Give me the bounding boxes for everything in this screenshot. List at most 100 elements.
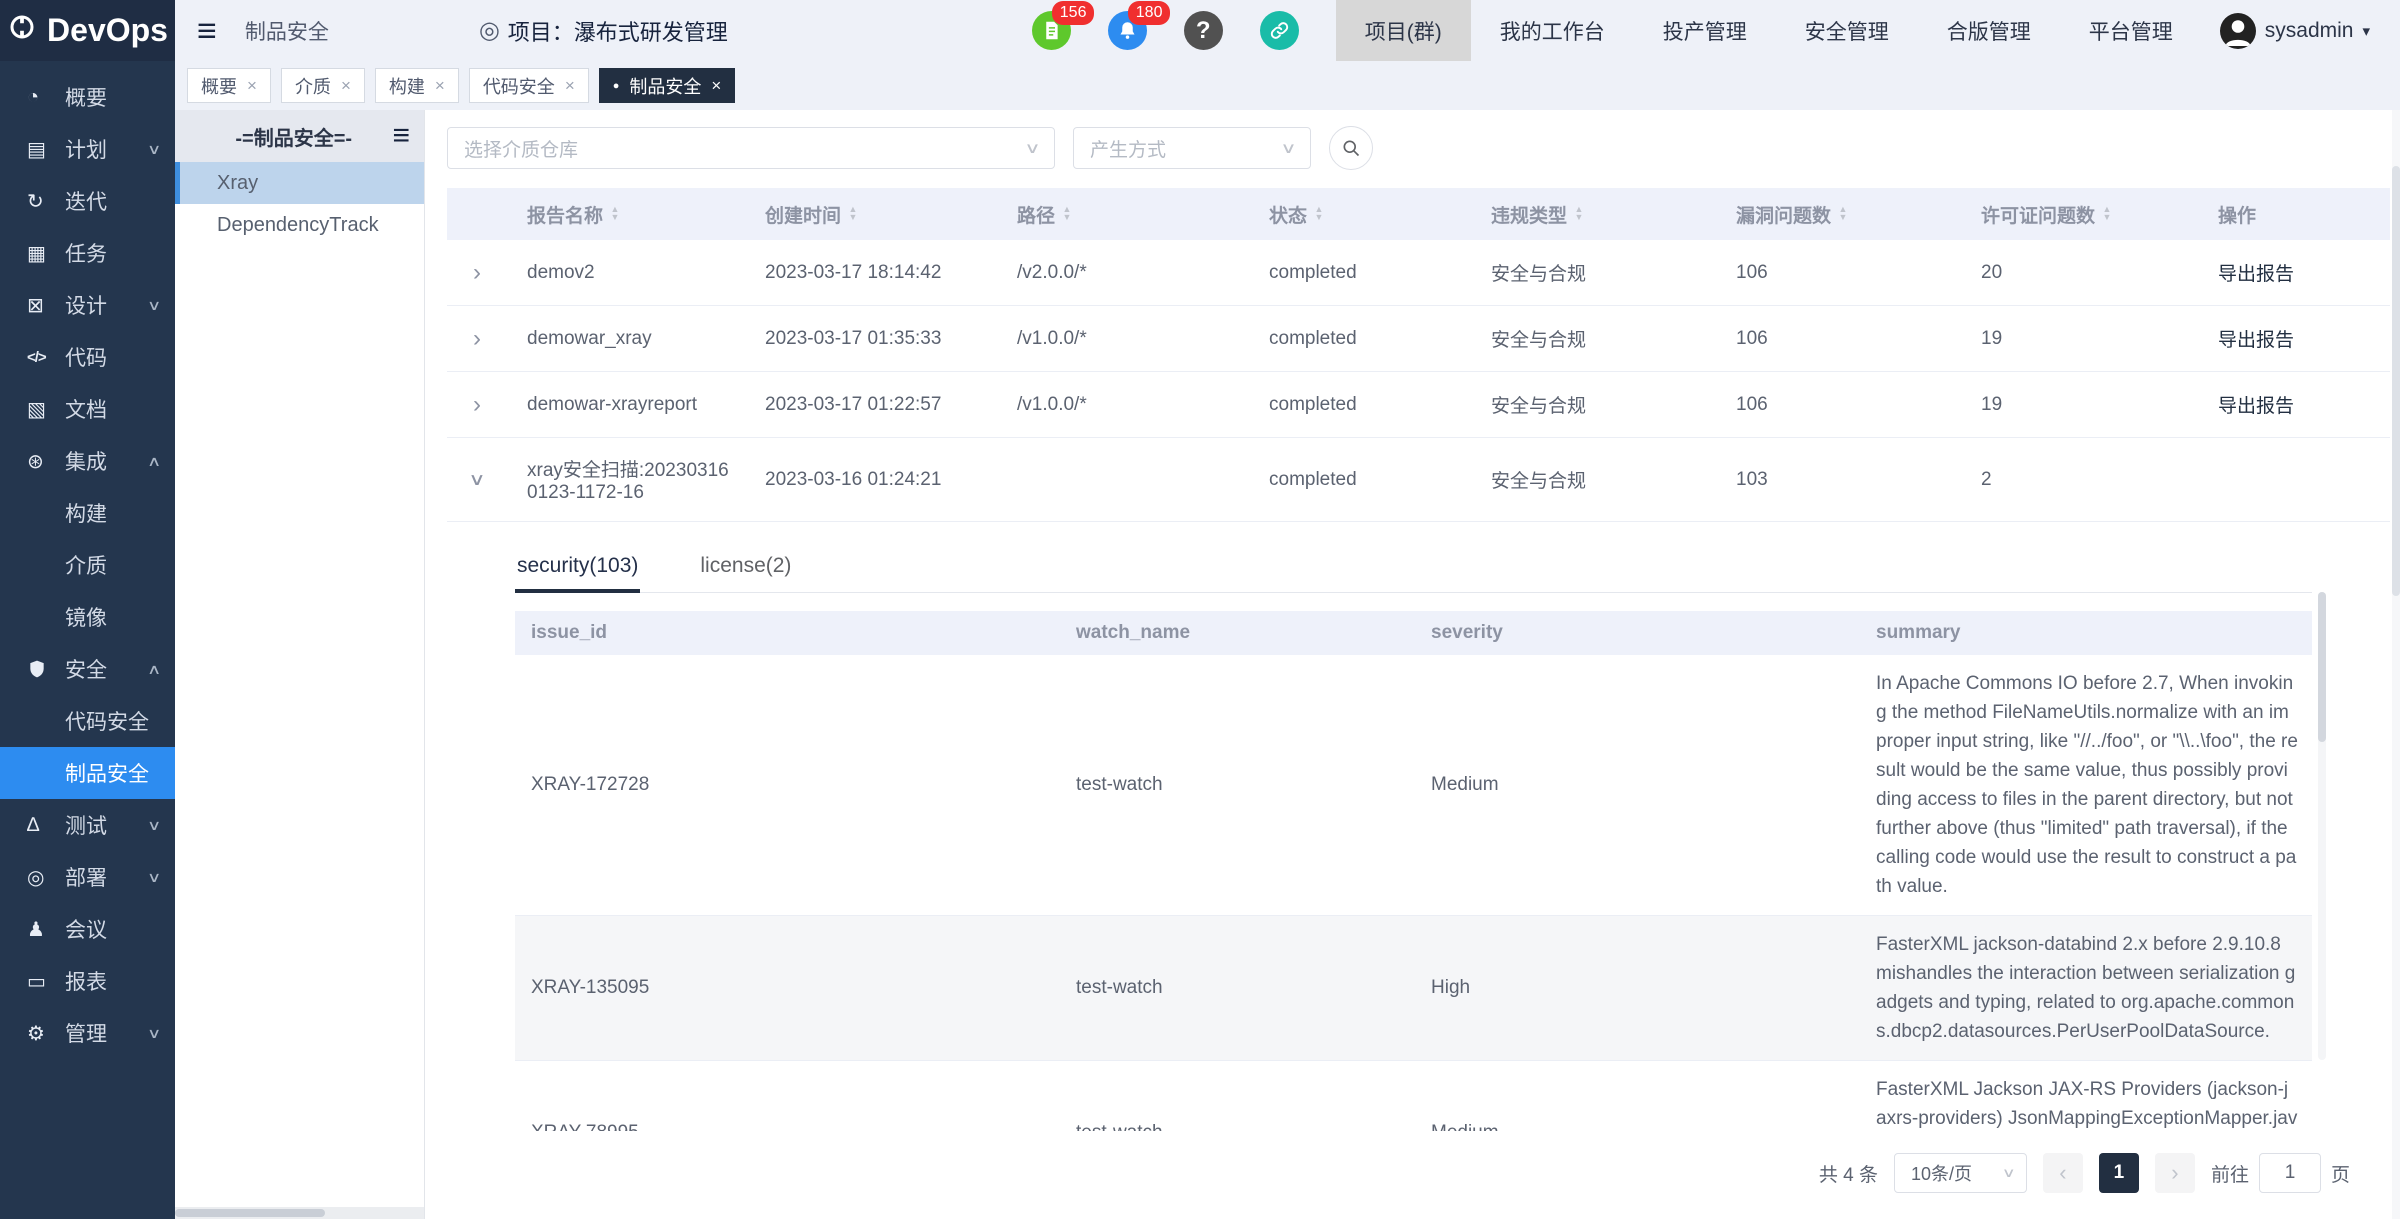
goto-label: 前往: [2211, 1160, 2249, 1187]
nav-item-platform[interactable]: 平台管理: [2060, 0, 2202, 61]
tab-license[interactable]: license(2): [698, 544, 793, 592]
nav-item-release[interactable]: 投产管理: [1634, 0, 1776, 61]
nav-item-merge[interactable]: 合版管理: [1918, 0, 2060, 61]
col-report-name[interactable]: 报告名称▲▼: [507, 201, 745, 228]
col-vuln-count[interactable]: 漏洞问题数▲▼: [1716, 201, 1961, 228]
content-vertical-scrollbar[interactable]: [2392, 110, 2400, 1219]
sidebar-item-admin[interactable]: ⚙管理∨: [0, 1007, 175, 1059]
sidebar-item-docs[interactable]: ▧文档: [0, 383, 175, 435]
question-icon: ?: [1196, 17, 1211, 45]
search-button[interactable]: [1329, 126, 1373, 170]
col-status[interactable]: 状态▲▼: [1249, 201, 1471, 228]
expand-row-icon[interactable]: ›: [447, 325, 507, 353]
collapse-row-icon[interactable]: ∨: [435, 470, 519, 490]
col-created[interactable]: 创建时间▲▼: [745, 201, 997, 228]
page-number-button[interactable]: 1: [2099, 1153, 2139, 1193]
sidebar-item-deploy[interactable]: ◎部署∨: [0, 851, 175, 903]
issue-row[interactable]: XRAY-78995 test-watch Medium FasterXML J…: [515, 1061, 2312, 1131]
col-license-count[interactable]: 许可证问题数▲▼: [1961, 201, 2198, 228]
sort-icon[interactable]: ▲▼: [610, 206, 620, 222]
sort-icon[interactable]: ▲▼: [848, 206, 858, 222]
table-row[interactable]: › demowar-xrayreport 2023-03-17 01:22:57…: [447, 372, 2390, 438]
scrollbar-thumb[interactable]: [2392, 166, 2400, 596]
tab-security[interactable]: security(103): [515, 544, 640, 592]
nav-item-projects[interactable]: 项目(群): [1336, 0, 1471, 61]
panel-menu-icon[interactable]: ≡: [392, 119, 410, 153]
export-report-link[interactable]: 导出报告: [2198, 249, 2390, 296]
sidebar-item-plan[interactable]: ▤计划∨: [0, 123, 175, 175]
sidebar-item-artifact-security[interactable]: 制品安全: [0, 747, 175, 799]
sidebar-item-design[interactable]: ⊠设计∨: [0, 279, 175, 331]
sidebar-item-meeting[interactable]: ♟会议: [0, 903, 175, 955]
sidebar-item-iteration[interactable]: ↻迭代: [0, 175, 175, 227]
document-icon: ▧: [27, 397, 65, 422]
tab-overview[interactable]: 概要×: [187, 68, 271, 103]
issue-row[interactable]: XRAY-172728 test-watch Medium In Apache …: [515, 655, 2312, 916]
sidebar-item-code-security[interactable]: 代码安全: [0, 695, 175, 747]
main-content: 选择介质仓库 ∨ 产生方式 ∨ 报告名: [425, 110, 2400, 1219]
breadcrumb: 制品安全: [245, 16, 329, 46]
sort-icon[interactable]: ▲▼: [2102, 206, 2112, 222]
close-icon[interactable]: ×: [435, 76, 445, 96]
integration-icon: ⊛: [27, 449, 65, 474]
sidebar-item-task[interactable]: ▦任务: [0, 227, 175, 279]
sidebar-item-test[interactable]: ∆测试∨: [0, 799, 175, 851]
sidebar-item-image[interactable]: 镜像: [0, 591, 175, 643]
sort-icon[interactable]: ▲▼: [1062, 206, 1072, 222]
expand-row-icon[interactable]: ›: [447, 391, 507, 419]
project-switcher[interactable]: ◎ 项目：瀑布式研发管理: [479, 15, 728, 47]
table-row[interactable]: › demowar_xray 2023-03-17 01:35:33 /v1.0…: [447, 306, 2390, 372]
documents-button[interactable]: 156: [1032, 11, 1071, 50]
sort-icon[interactable]: ▲▼: [1574, 206, 1584, 222]
close-icon[interactable]: ×: [711, 76, 721, 96]
notifications-button[interactable]: 180: [1108, 11, 1147, 50]
user-menu[interactable]: sysadmin ▾: [2202, 13, 2400, 49]
goto-page-input[interactable]: [2259, 1153, 2321, 1193]
sidebar-item-security[interactable]: 安全∧: [0, 643, 175, 695]
panel-horizontal-scrollbar[interactable]: [175, 1207, 424, 1219]
mode-select[interactable]: 产生方式 ∨: [1073, 127, 1311, 169]
tab-code-security[interactable]: 代码安全×: [469, 68, 589, 103]
export-report-link[interactable]: 导出报告: [2198, 315, 2390, 362]
table-row[interactable]: › demov2 2023-03-17 18:14:42 /v2.0.0/* c…: [447, 240, 2390, 306]
sidebar-item-integration[interactable]: ⊛集成∧: [0, 435, 175, 487]
username: sysadmin: [2265, 19, 2354, 43]
sidebar-item-report[interactable]: ▭报表: [0, 955, 175, 1007]
scrollbar-thumb[interactable]: [175, 1209, 325, 1217]
tab-artifact-security[interactable]: ●制品安全×: [599, 68, 736, 103]
menu-toggle-icon[interactable]: ≡: [197, 14, 217, 48]
expand-row-icon[interactable]: ›: [447, 259, 507, 287]
help-button[interactable]: ?: [1184, 11, 1223, 50]
top-nav: 项目(群) 我的工作台 投产管理 安全管理 合版管理 平台管理: [1336, 0, 2202, 61]
sidebar-item-code[interactable]: </>代码: [0, 331, 175, 383]
quick-links-button[interactable]: [1260, 11, 1299, 50]
chevron-down-icon: ∨: [2002, 1165, 2016, 1181]
sort-icon[interactable]: ▲▼: [1314, 206, 1324, 222]
report-icon: ▭: [27, 969, 65, 994]
sidebar-item-overview[interactable]: ◔概要: [0, 71, 175, 123]
col-violation[interactable]: 违规类型▲▼: [1471, 201, 1716, 228]
issue-row[interactable]: XRAY-135095 test-watch High FasterXML ja…: [515, 916, 2312, 1061]
sidebar-item-build[interactable]: 构建: [0, 487, 175, 539]
table-row-expanded[interactable]: ∨ xray安全扫描:202303160123-1172-16 2023-03-…: [447, 438, 2390, 522]
close-icon[interactable]: ×: [341, 76, 351, 96]
page-size-select[interactable]: 10条/页 ∨: [1894, 1153, 2027, 1193]
tab-artifact[interactable]: 介质×: [281, 68, 365, 103]
col-path[interactable]: 路径▲▼: [997, 201, 1249, 228]
prev-page-button[interactable]: ‹: [2043, 1153, 2083, 1193]
repo-select[interactable]: 选择介质仓库 ∨: [447, 127, 1055, 169]
panel-item-dependencytrack[interactable]: DependencyTrack: [175, 204, 424, 246]
panel-item-xray[interactable]: Xray: [175, 162, 424, 204]
col-actions: 操作: [2198, 201, 2390, 228]
close-icon[interactable]: ×: [247, 76, 257, 96]
sort-icon[interactable]: ▲▼: [1838, 206, 1848, 222]
nav-item-workbench[interactable]: 我的工作台: [1471, 0, 1634, 61]
close-icon[interactable]: ×: [565, 76, 575, 96]
tab-build[interactable]: 构建×: [375, 68, 459, 103]
sidebar-item-artifact[interactable]: 介质: [0, 539, 175, 591]
next-page-button[interactable]: ›: [2155, 1153, 2195, 1193]
nav-item-security[interactable]: 安全管理: [1776, 0, 1918, 61]
detail-vertical-scrollbar[interactable]: [2318, 592, 2326, 1060]
export-report-link[interactable]: 导出报告: [2198, 381, 2390, 428]
scrollbar-thumb[interactable]: [2318, 592, 2326, 742]
